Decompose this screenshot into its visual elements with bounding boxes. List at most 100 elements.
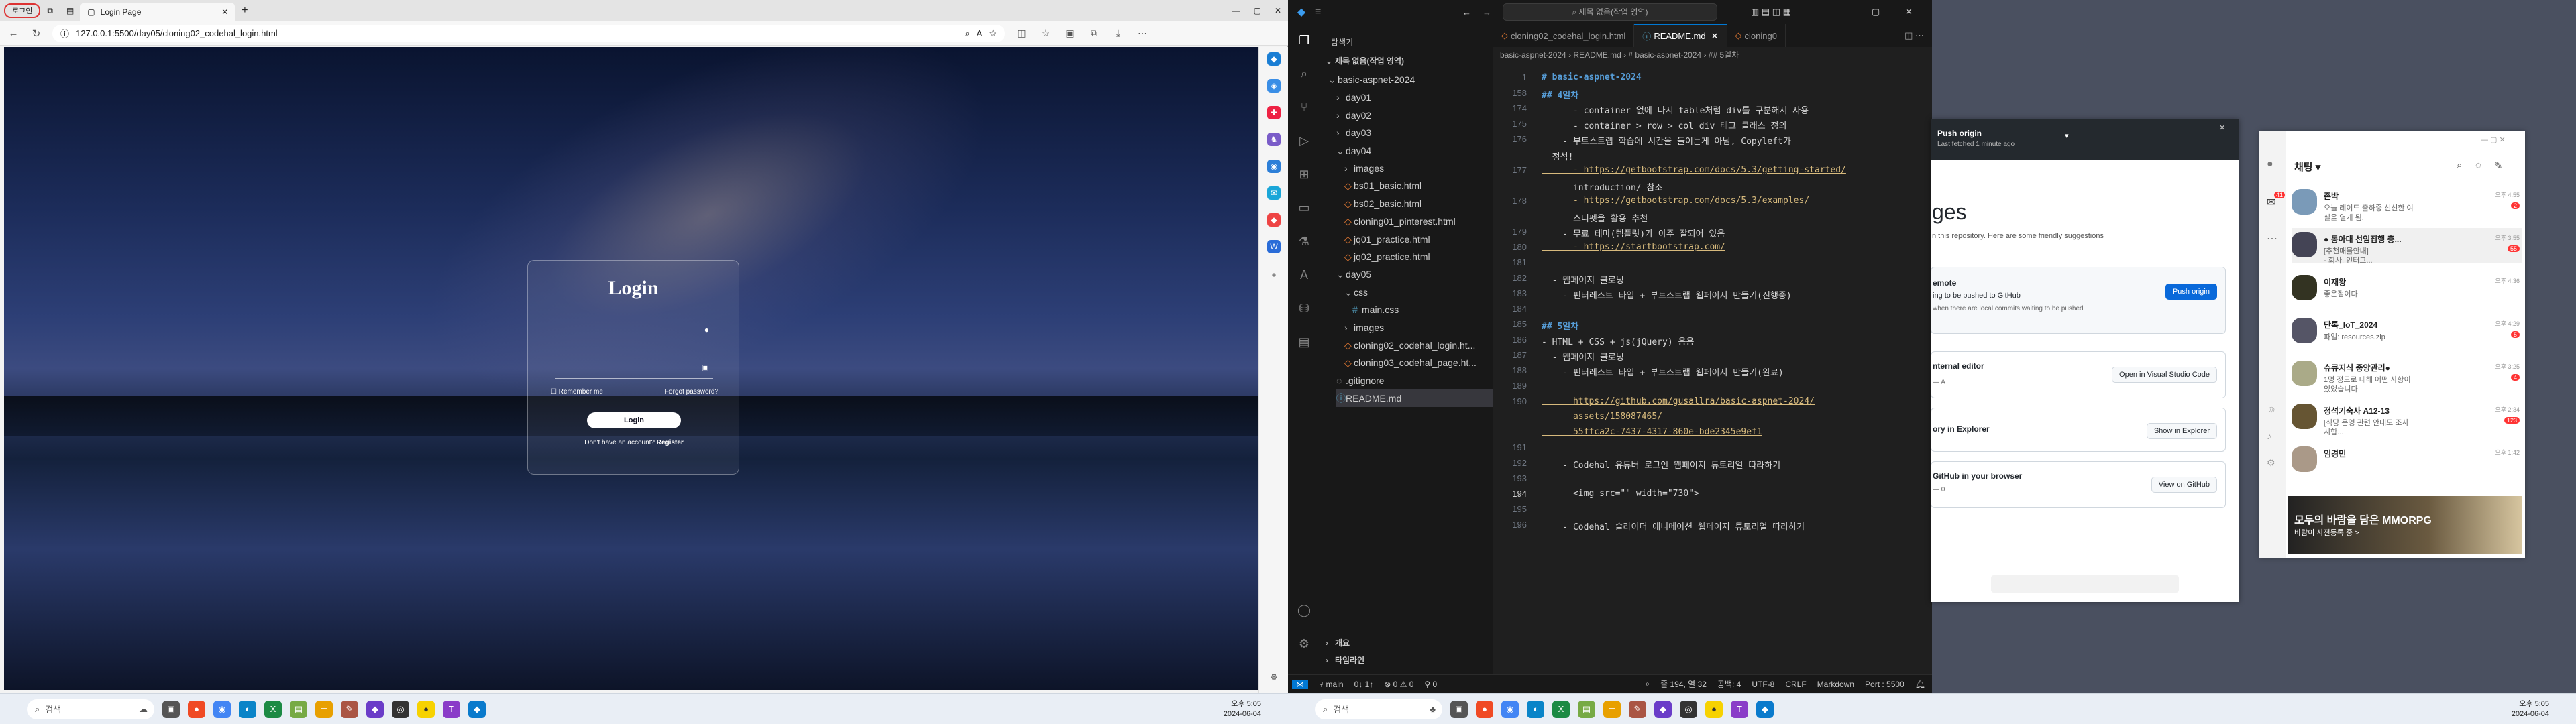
file-tree-item[interactable]: ⌄ day05 [1336, 265, 1493, 283]
database-icon[interactable]: ⛁ [1296, 302, 1312, 318]
new-tab-button[interactable]: + [235, 2, 254, 19]
code-line[interactable]: - Codehal 슬라이더 애니메이션 웹페이지 튜토리얼 따라하기 [1542, 520, 1805, 532]
more-icon[interactable]: ⋯ [1135, 27, 1150, 39]
notification-bell-icon[interactable]: 🔔︎ [1915, 680, 1925, 689]
file-tree-item[interactable]: ⓘREADME.md [1336, 389, 1493, 408]
task-view-icon[interactable]: ▣ [162, 700, 180, 718]
edge-icon[interactable]: ◐ [1527, 700, 1544, 718]
timeline-section[interactable]: › 타임라인 [1326, 652, 1364, 669]
port-status[interactable]: Port : 5500 [1865, 680, 1904, 689]
minimize-icon[interactable]: — [1838, 7, 1847, 17]
view-github-button[interactable]: View on GitHub [2151, 477, 2217, 493]
layout-icon[interactable]: ▥ ▤ ◫ ▦ [1751, 7, 1791, 17]
nav-forward-icon[interactable]: → [1483, 7, 1491, 17]
command-search-input[interactable]: ⌕ 제목 없음(작업 영역) [1503, 3, 1717, 21]
cursor-position[interactable]: 줄 194, 열 32 [1660, 678, 1707, 690]
more-dots-icon[interactable]: ⋯ [2267, 232, 2277, 245]
taskbar-clock[interactable]: 오후 5:05 2024-06-04 [1224, 699, 1261, 719]
kakaotalk-icon[interactable]: ● [417, 700, 435, 718]
problems-status[interactable]: ⊗ 0 ⚠ 0 [1384, 680, 1413, 689]
paint-icon[interactable]: ✎ [1629, 700, 1646, 718]
extensions-icon[interactable]: ⊞ [1296, 168, 1312, 184]
code-line[interactable]: ## 5일차 [1542, 319, 1578, 332]
login-button[interactable]: Login [587, 412, 681, 428]
edge-icon[interactable]: ◐ [239, 700, 256, 718]
password-field[interactable]: ▣ [555, 357, 713, 379]
file-tree-item[interactable]: › images [1344, 319, 1493, 337]
username-field[interactable]: ● [555, 320, 713, 341]
teams-icon[interactable]: W [1267, 240, 1281, 253]
office-icon[interactable]: ◉ [1267, 160, 1281, 173]
outline-section[interactable]: › 개요 [1326, 634, 1350, 652]
docker-icon[interactable]: ▤ [1296, 335, 1312, 351]
bell-icon[interactable]: ♪ [2267, 430, 2271, 441]
file-tree-item[interactable]: ◇ cloning01_pinterest.html [1344, 213, 1493, 230]
split-screen-icon[interactable]: ◫ [1014, 27, 1029, 39]
app-icon[interactable]: ● [188, 700, 205, 718]
chat-list-item[interactable]: 슈큐지식 중앙관리● 1명 정도로 대해 어떤 사항이 있었습니다 오후 3:25 4 [2292, 357, 2522, 394]
code-line[interactable]: - container > row > col div 태그 클래스 정의 [1542, 119, 1787, 131]
file-tree-item[interactable]: › day02 [1336, 107, 1493, 124]
explorer-folder-icon[interactable]: ▭ [315, 700, 333, 718]
new-chat-icon[interactable]: ✎ [2494, 160, 2503, 172]
app-icon[interactable]: ◆ [1267, 213, 1281, 227]
ports-status[interactable]: ⚲ 0 [1424, 680, 1437, 689]
extensions-icon[interactable]: ⧉ [1087, 27, 1102, 39]
file-tree-item[interactable]: ◌ .gitignore [1336, 372, 1493, 389]
notepad-icon[interactable]: ▤ [1578, 700, 1595, 718]
kakaotalk-icon[interactable]: ● [1705, 700, 1723, 718]
language-status[interactable]: Markdown [1817, 680, 1854, 689]
zoom-status[interactable]: ⌕ [1645, 679, 1650, 689]
teams-icon[interactable]: T [443, 700, 460, 718]
eol-status[interactable]: CRLF [1785, 680, 1806, 689]
github-icon[interactable]: ◎ [1680, 700, 1697, 718]
window-controls[interactable]: — ▢ ✕ [2481, 135, 2506, 144]
show-explorer-button[interactable]: Show in Explorer [2146, 423, 2217, 439]
paint-icon[interactable]: ✎ [341, 700, 358, 718]
code-line[interactable]: - 웹페이지 클로닝 [1542, 273, 1624, 286]
close-tab-icon[interactable]: ✕ [221, 7, 228, 17]
forgot-password-link[interactable]: Forgot password? [665, 388, 718, 396]
visual-studio-icon[interactable]: ◆ [1654, 700, 1672, 718]
taskbar-clock[interactable]: 오후 5:05 2024-06-04 [2512, 699, 2549, 719]
maximize-icon[interactable]: ▢ [1247, 2, 1268, 19]
file-tree-item[interactable]: › images [1344, 160, 1493, 177]
chat-list-item[interactable]: 단톡_IoT_2024 파일: resources.zip 오후 4:29 5 [2292, 314, 2522, 349]
manage-gear-icon[interactable]: ⚙ [1296, 637, 1312, 653]
back-icon[interactable]: ← [7, 27, 20, 39]
favorites-icon[interactable]: ☆ [1038, 27, 1053, 39]
chat-list-item[interactable]: ● 동아대 선임집행 총... [추천매물안내] - 회사: 인터그... 오후 3:… [2292, 228, 2522, 265]
code-editor[interactable]: 1 # basic-aspnet-2024 158 ## 4일차 174 - conta… [1493, 72, 1932, 542]
shopping-icon[interactable]: ◈ [1267, 79, 1281, 93]
read-aloud-icon[interactable]: A [977, 28, 983, 38]
favorite-icon[interactable]: ☆ [989, 28, 997, 39]
vscode-taskbar-icon[interactable]: ◆ [1756, 700, 1774, 718]
editor-actions[interactable]: ◫ ⋯ [1896, 24, 1932, 47]
run-debug-icon[interactable]: ▷ [1296, 134, 1312, 150]
code-line[interactable]: - 무료 테마(템플릿)가 아주 잘되어 있음 [1542, 227, 1725, 239]
taskbar-search-input[interactable]: ⌕ 검색 ☁ [27, 699, 154, 719]
code-line[interactable]: - https://getbootstrap.com/docs/5.3/exam… [1542, 196, 1809, 206]
outlook-icon[interactable]: ✉ [1267, 186, 1281, 200]
tab-cloning03[interactable]: ◇ cloning0 [1727, 24, 1786, 47]
file-tree-item[interactable]: ◇ cloning03_codehal_page.ht... [1344, 354, 1493, 371]
add-icon[interactable]: + [1267, 268, 1281, 282]
tab-readme[interactable]: ⓘ README.md ✕ [1634, 24, 1727, 47]
downloads-icon[interactable]: ⤓ [1111, 27, 1126, 39]
visual-studio-icon[interactable]: ◆ [366, 700, 384, 718]
remote-icon[interactable]: ⋈ [1292, 679, 1308, 689]
workspace-header[interactable]: ⌄ 제목 없음(작업 영역) [1326, 52, 1404, 70]
file-tree-item[interactable]: › day03 [1336, 124, 1493, 141]
code-line[interactable]: - Codehal 유튜버 로그인 웹페이지 튜토리얼 따라하기 [1542, 458, 1780, 471]
games-icon[interactable]: ♞ [1267, 133, 1281, 146]
tab-login-page[interactable]: ▢ Login Page ✕ [80, 3, 235, 21]
chat-list-item[interactable]: 이재왕 좋은점이다 오후 4:36 [2292, 271, 2522, 306]
chat-list-item[interactable]: 임경민 오후 1:42 [2292, 442, 2522, 477]
code-line[interactable]: - container 없에 다시 table처럼 div를 구분해서 사용 [1542, 103, 1809, 116]
remote-explorer-icon[interactable]: ▭ [1296, 201, 1312, 217]
sync-status[interactable]: 0↓ 1↑ [1354, 680, 1374, 689]
open-chat-icon[interactable]: ◌ [2475, 160, 2481, 171]
encoding-status[interactable]: UTF-8 [1752, 680, 1774, 689]
settings-gear-icon[interactable]: ⚙ [1267, 670, 1281, 684]
zoom-icon[interactable]: ⌕ [965, 28, 969, 39]
